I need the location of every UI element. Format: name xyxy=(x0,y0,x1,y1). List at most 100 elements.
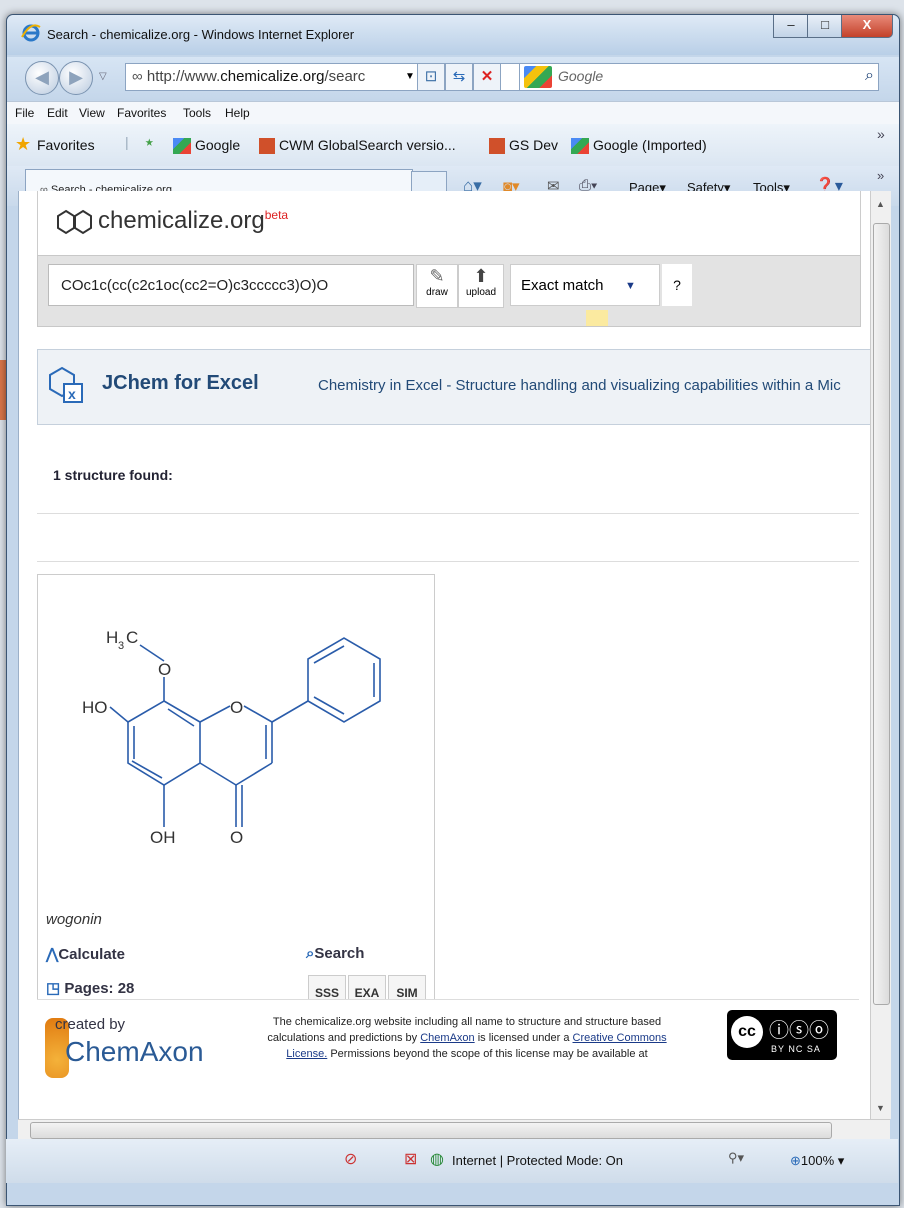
menu-file[interactable]: File xyxy=(15,106,34,120)
ie-logo-icon xyxy=(21,24,41,42)
url-prefix: http://www. xyxy=(146,68,221,85)
vertical-scroll-thumb[interactable] xyxy=(873,223,890,1005)
divider xyxy=(37,513,859,514)
methyl-3-label: 3 xyxy=(118,640,124,652)
cmdbar-overflow-icon[interactable]: » xyxy=(877,168,884,183)
upload-arrow-icon: ⬆ xyxy=(473,266,489,286)
structure-search-bar: COc1c(cc(c2c1oc(cc2=O)c3ccccc3)O)O ✎ dra… xyxy=(37,255,861,327)
page-viewport: chemicalize.orgbeta COc1c(cc(c2c1oc(cc2=… xyxy=(18,191,871,1119)
chemaxon-logo-text[interactable]: ChemAxon xyxy=(65,1036,204,1068)
favorites-button[interactable]: Favorites xyxy=(37,137,95,153)
scroll-up-icon[interactable]: ▲ xyxy=(876,199,885,209)
ring-oxygen-label: O xyxy=(230,698,243,717)
chemicalize-logo-icon[interactable] xyxy=(56,209,94,237)
back-button[interactable]: ◀ xyxy=(25,61,59,95)
address-dropdown-icon[interactable]: ▼ xyxy=(405,71,415,82)
forward-button[interactable]: ▶ xyxy=(59,61,93,95)
fav-cwm-globalsearch[interactable]: CWM GlobalSearch versio... xyxy=(259,137,456,155)
menu-view[interactable]: View xyxy=(79,106,105,120)
hydroxy-ho-label: HO xyxy=(82,698,108,717)
methyl-c-label: C xyxy=(126,628,138,647)
cc-icon: cc xyxy=(731,1016,763,1048)
methoxy-o-label: O xyxy=(158,660,171,679)
search-mode-select[interactable]: Exact match ▼ xyxy=(510,264,660,306)
chemaxon-link[interactable]: ChemAxon xyxy=(420,1032,474,1044)
favbar-divider: | xyxy=(125,134,129,150)
creative-commons-badge[interactable]: cc ⓘⓢⓞ BY NC SA xyxy=(727,1010,837,1060)
cc-license-terms: BY NC SA xyxy=(771,1044,821,1054)
menu-edit[interactable]: Edit xyxy=(47,106,68,120)
license-text: The chemicalize.org website including al… xyxy=(217,1014,717,1062)
vertical-scrollbar[interactable]: ▲ ▼ xyxy=(870,191,891,1119)
internet-zone-icon: ◍ xyxy=(430,1151,444,1168)
privacy-report-icon[interactable]: ⊘ xyxy=(344,1149,357,1169)
favorites-bar: ★ Favorites | ⭑ Google CWM GlobalSearch … xyxy=(7,124,899,166)
molecule-structure-image[interactable]: H 3 C O HO O OH O xyxy=(58,605,418,895)
close-button[interactable]: X xyxy=(841,15,893,38)
title-bar: Search - chemicalize.org - Windows Inter… xyxy=(7,15,899,55)
license-link[interactable]: License. xyxy=(286,1048,327,1060)
jchem-excel-icon: x xyxy=(49,366,83,403)
license-line-1: The chemicalize.org website including al… xyxy=(272,1016,662,1028)
site-header: chemicalize.orgbeta xyxy=(37,191,861,256)
results-count: 1 structure found: xyxy=(53,467,173,483)
jchem-title: JChem for Excel xyxy=(102,372,259,394)
page-footer: created by ChemAxon The chemicalize.org … xyxy=(37,999,859,1119)
creative-commons-link[interactable]: Creative Commons xyxy=(573,1032,667,1044)
search-link[interactable]: ⌕Search xyxy=(306,945,364,962)
fav-google[interactable]: Google xyxy=(173,137,240,155)
draw-button[interactable]: ✎ draw xyxy=(416,264,458,308)
license-attribution-icons: ⓘⓢⓞ xyxy=(769,1020,829,1042)
zoom-control[interactable]: ⊕100% ▾ xyxy=(790,1153,844,1169)
horizontal-scroll-thumb[interactable] xyxy=(30,1122,832,1139)
fav-google-imported[interactable]: Google (Imported) xyxy=(571,137,707,155)
compatibility-view-icon[interactable]: ⊡ xyxy=(417,63,445,91)
chevron-down-icon: ▼ xyxy=(625,280,636,292)
calculate-link[interactable]: ⋀Calculate xyxy=(46,945,125,963)
url-rest: /searc xyxy=(324,68,366,85)
search-magnifier-icon[interactable]: ⌕ xyxy=(865,67,874,85)
status-bar: ⊘ ⊠ ◍ Internet | Protected Mode: On ⚲▾ ⊕… xyxy=(6,1139,898,1183)
license-line-3: License. Permissions beyond the scope of… xyxy=(286,1048,648,1060)
menu-favorites[interactable]: Favorites xyxy=(117,106,166,120)
smiles-input[interactable]: COc1c(cc(c2c1oc(cc2=O)c3ccccc3)O)O xyxy=(48,264,414,306)
upload-label: upload xyxy=(465,287,497,298)
maximize-button[interactable]: □ xyxy=(807,15,843,38)
protected-mode-icon[interactable]: ⚲▾ xyxy=(728,1150,744,1166)
window-title: Search - chemicalize.org - Windows Inter… xyxy=(47,27,355,42)
menu-tools[interactable]: Tools xyxy=(183,106,211,120)
add-favorite-icon[interactable]: ⭑ xyxy=(145,134,154,152)
google-logo-icon xyxy=(524,66,552,88)
horizontal-scrollbar[interactable] xyxy=(18,1119,890,1140)
jchem-banner[interactable]: x JChem for Excel Chemistry in Excel - S… xyxy=(37,349,871,425)
search-help-link[interactable]: ? xyxy=(662,264,692,306)
pages-icon: ◳ xyxy=(46,980,61,997)
ketone-oxygen-label: O xyxy=(230,828,243,847)
stop-icon[interactable]: ✕ xyxy=(473,63,501,91)
search-mode-value: Exact match xyxy=(521,277,604,294)
security-zone-text[interactable]: Internet | Protected Mode: On xyxy=(452,1153,623,1168)
minimize-button[interactable]: – xyxy=(773,15,809,38)
fav-gs-dev[interactable]: GS Dev xyxy=(489,137,558,155)
history-dropdown-icon[interactable]: ▽ xyxy=(99,71,107,82)
created-by-label: created by xyxy=(55,1016,126,1033)
site-logo-text[interactable]: chemicalize.orgbeta xyxy=(98,207,288,235)
pages-link[interactable]: ◳ Pages: 28 xyxy=(46,979,134,997)
search-input[interactable]: Google xyxy=(519,63,879,91)
pencil-icon: ✎ xyxy=(429,266,445,286)
methyl-h-label: H xyxy=(106,628,118,647)
menu-help[interactable]: Help xyxy=(225,106,250,120)
draw-label: draw xyxy=(426,287,448,298)
jchem-description: Chemistry in Excel - Structure handling … xyxy=(318,377,841,394)
scroll-down-icon[interactable]: ▼ xyxy=(876,1103,885,1113)
molecule-name[interactable]: wogonin xyxy=(46,911,102,928)
hydroxy-oh-label: OH xyxy=(150,828,176,847)
upload-button[interactable]: ⬆ upload xyxy=(458,264,504,308)
refresh-icon[interactable]: ⇆ xyxy=(445,63,473,91)
result-card: H 3 C O HO O OH O wogonin ⋀Calculate ⌕Se… xyxy=(37,574,435,1030)
favorites-star-icon[interactable]: ★ xyxy=(15,134,31,155)
calculate-chart-icon: ⋀ xyxy=(46,946,59,963)
svg-text:x: x xyxy=(68,386,76,402)
favbar-overflow-icon[interactable]: » xyxy=(877,126,885,142)
popup-blocked-icon[interactable]: ⊠ xyxy=(404,1149,417,1169)
